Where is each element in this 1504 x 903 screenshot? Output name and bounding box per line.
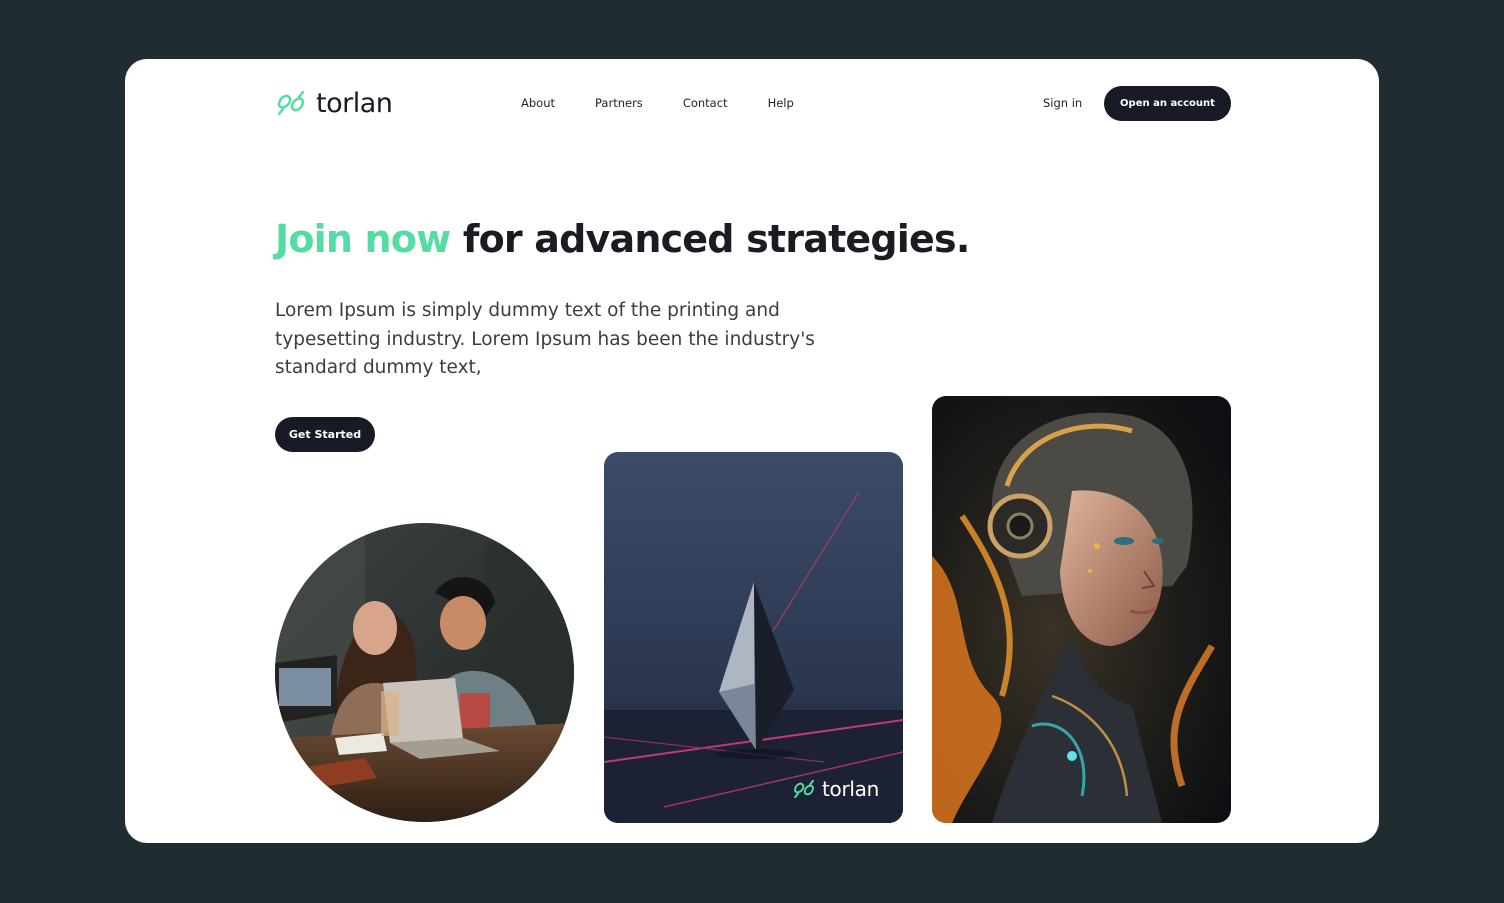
torlan-logo-icon bbox=[277, 90, 305, 116]
nav-item-help[interactable]: Help bbox=[768, 96, 794, 110]
nav-item-partners[interactable]: Partners bbox=[595, 96, 643, 110]
nav-item-about[interactable]: About bbox=[521, 96, 555, 110]
main-nav: About Partners Contact Help bbox=[521, 96, 794, 110]
headline-rest: for advanced strategies. bbox=[450, 217, 970, 261]
open-account-button[interactable]: Open an account bbox=[1104, 86, 1231, 121]
nav-item-contact[interactable]: Contact bbox=[683, 96, 728, 110]
people-laptops-photo bbox=[275, 523, 574, 822]
brand-logo[interactable]: torlan bbox=[275, 87, 393, 119]
image-brand-logo: torlan bbox=[792, 777, 879, 801]
hero-description: Lorem Ipsum is simply dummy text of the … bbox=[275, 300, 815, 378]
torlan-logo-icon bbox=[794, 779, 814, 799]
crystal-shape-render: torlan bbox=[604, 452, 903, 823]
landing-card: torlan About Partners Contact Help Sign … bbox=[125, 59, 1379, 843]
get-started-button[interactable]: Get Started bbox=[275, 417, 375, 452]
image-brand-name: torlan bbox=[822, 777, 879, 801]
cyborg-woman-artwork bbox=[932, 396, 1231, 823]
hero-headline: Join now for advanced strategies. bbox=[275, 217, 970, 261]
sign-in-link[interactable]: Sign in bbox=[1043, 96, 1082, 110]
headline-accent: Join now bbox=[275, 217, 451, 261]
brand-name: torlan bbox=[316, 87, 393, 119]
